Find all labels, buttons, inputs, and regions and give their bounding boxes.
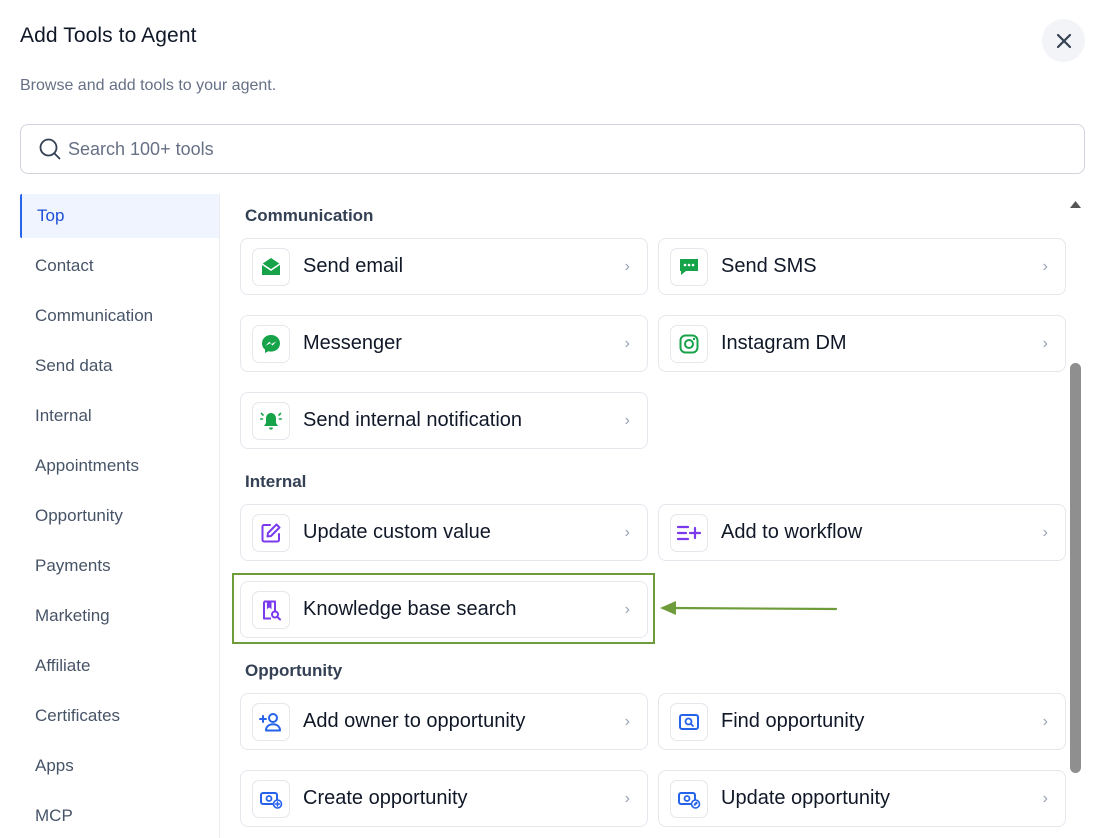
tool-icon-box	[670, 779, 708, 818]
tool-label: Add owner to opportunity	[303, 710, 526, 732]
email-icon	[261, 257, 281, 275]
sms-icon	[680, 258, 698, 275]
tool-icon-box	[670, 513, 708, 552]
highlight-box	[232, 573, 655, 644]
tool-icon-box	[252, 401, 290, 440]
sidebar-item-marketing[interactable]: Marketing	[20, 594, 219, 638]
bell-icon	[260, 412, 282, 430]
sidebar-item-send-data[interactable]: Send data	[20, 344, 219, 388]
chevron-right-icon: ›	[624, 789, 630, 807]
tool-icon-box	[252, 247, 290, 286]
messenger-icon	[262, 334, 280, 353]
category-sidebar: Top Contact Communication Send data Inte…	[20, 194, 220, 838]
chevron-right-icon: ›	[624, 523, 630, 541]
scroll-up-arrow-icon[interactable]	[1069, 199, 1082, 209]
sidebar-item-internal[interactable]: Internal	[20, 394, 219, 438]
tool-create-opportunity[interactable]: Create opportunity ›	[240, 770, 648, 827]
sidebar-item-communication[interactable]: Communication	[20, 294, 219, 338]
tool-icon-box	[252, 702, 290, 741]
tool-add-to-workflow[interactable]: Add to workflow ›	[658, 504, 1066, 561]
tool-label: Instagram DM	[721, 332, 847, 354]
tool-label: Messenger	[303, 332, 402, 354]
sidebar-item-label: Contact	[35, 256, 94, 275]
sidebar-item-label: Appointments	[35, 456, 139, 475]
tool-label: Find opportunity	[721, 710, 865, 732]
chevron-right-icon: ›	[1042, 712, 1048, 730]
close-button[interactable]	[1042, 19, 1085, 62]
tool-instagram-dm[interactable]: Instagram DM ›	[658, 315, 1066, 372]
sidebar-item-label: Affiliate	[35, 656, 91, 675]
close-icon	[1056, 33, 1071, 48]
tool-send-email[interactable]: Send email ›	[240, 238, 648, 295]
sidebar-item-label: Send data	[35, 356, 113, 375]
tool-icon-box	[670, 247, 708, 286]
sidebar-item-label: Certificates	[35, 706, 121, 725]
tool-icon-box	[670, 324, 708, 363]
tool-find-opportunity[interactable]: Find opportunity ›	[658, 693, 1066, 750]
sidebar-item-contact[interactable]: Contact	[20, 244, 219, 288]
section-title-opportunity: Opportunity	[245, 661, 343, 680]
search-icon	[39, 138, 61, 160]
search-box[interactable]	[20, 124, 1085, 174]
search-input[interactable]	[68, 138, 968, 160]
chevron-right-icon: ›	[624, 334, 630, 352]
dialog-title: Add Tools to Agent	[20, 24, 197, 47]
scrollbar-thumb[interactable]	[1070, 363, 1081, 773]
user-add-icon	[259, 712, 281, 731]
tool-label: Create opportunity	[303, 787, 468, 809]
sidebar-item-top[interactable]: Top	[20, 194, 219, 238]
sidebar-item-label: Apps	[35, 756, 74, 775]
tool-label: Send email	[303, 255, 404, 277]
tool-label: Update custom value	[303, 521, 491, 543]
sidebar-item-payments[interactable]: Payments	[20, 544, 219, 588]
section-title-internal: Internal	[245, 472, 307, 491]
tool-update-custom-value[interactable]: Update custom value ›	[240, 504, 648, 561]
sidebar-item-appointments[interactable]: Appointments	[20, 444, 219, 488]
sidebar-item-certificates[interactable]: Certificates	[20, 694, 219, 738]
dialog-subtitle: Browse and add tools to your agent.	[20, 77, 277, 94]
tool-icon-box	[252, 324, 290, 363]
sidebar-item-label: Communication	[35, 306, 154, 325]
sidebar-item-label: MCP	[35, 806, 73, 825]
find-icon	[679, 713, 699, 730]
tool-label: Add to workflow	[721, 521, 863, 543]
list-add-icon	[676, 525, 702, 540]
section-title-communication: Communication	[245, 206, 374, 225]
sidebar-item-apps[interactable]: Apps	[20, 744, 219, 788]
tool-update-opportunity[interactable]: Update opportunity ›	[658, 770, 1066, 827]
annotation-arrow-icon	[660, 601, 838, 615]
tool-icon-box	[252, 513, 290, 552]
tool-icon-box	[670, 702, 708, 741]
sidebar-item-label: Top	[37, 206, 65, 225]
tool-add-owner-to-opportunity[interactable]: Add owner to opportunity ›	[240, 693, 648, 750]
tool-label: Send SMS	[721, 255, 817, 277]
tool-send-sms[interactable]: Send SMS ›	[658, 238, 1066, 295]
chevron-right-icon: ›	[624, 712, 630, 730]
chevron-right-icon: ›	[1042, 334, 1048, 352]
money-edit-icon	[678, 791, 701, 809]
tool-send-internal-notification[interactable]: Send internal notification ›	[240, 392, 648, 449]
tool-label: Send internal notification	[303, 409, 523, 431]
edit-icon	[261, 523, 281, 542]
instagram-icon	[679, 334, 699, 353]
chevron-right-icon: ›	[624, 257, 630, 275]
tool-messenger[interactable]: Messenger ›	[240, 315, 648, 372]
chevron-right-icon: ›	[1042, 789, 1048, 807]
sidebar-item-label: Marketing	[35, 606, 110, 625]
sidebar-item-label: Payments	[35, 556, 111, 575]
sidebar-item-opportunity[interactable]: Opportunity	[20, 494, 219, 538]
sidebar-item-label: Opportunity	[35, 506, 123, 525]
sidebar-item-mcp[interactable]: MCP	[20, 794, 219, 838]
money-add-icon	[260, 791, 283, 809]
chevron-right-icon: ›	[1042, 257, 1048, 275]
tool-icon-box	[252, 779, 290, 818]
sidebar-item-label: Internal	[35, 406, 92, 425]
chevron-right-icon: ›	[1042, 523, 1048, 541]
tool-label: Update opportunity	[721, 787, 891, 809]
sidebar-item-affiliate[interactable]: Affiliate	[20, 644, 219, 688]
chevron-right-icon: ›	[624, 411, 630, 429]
